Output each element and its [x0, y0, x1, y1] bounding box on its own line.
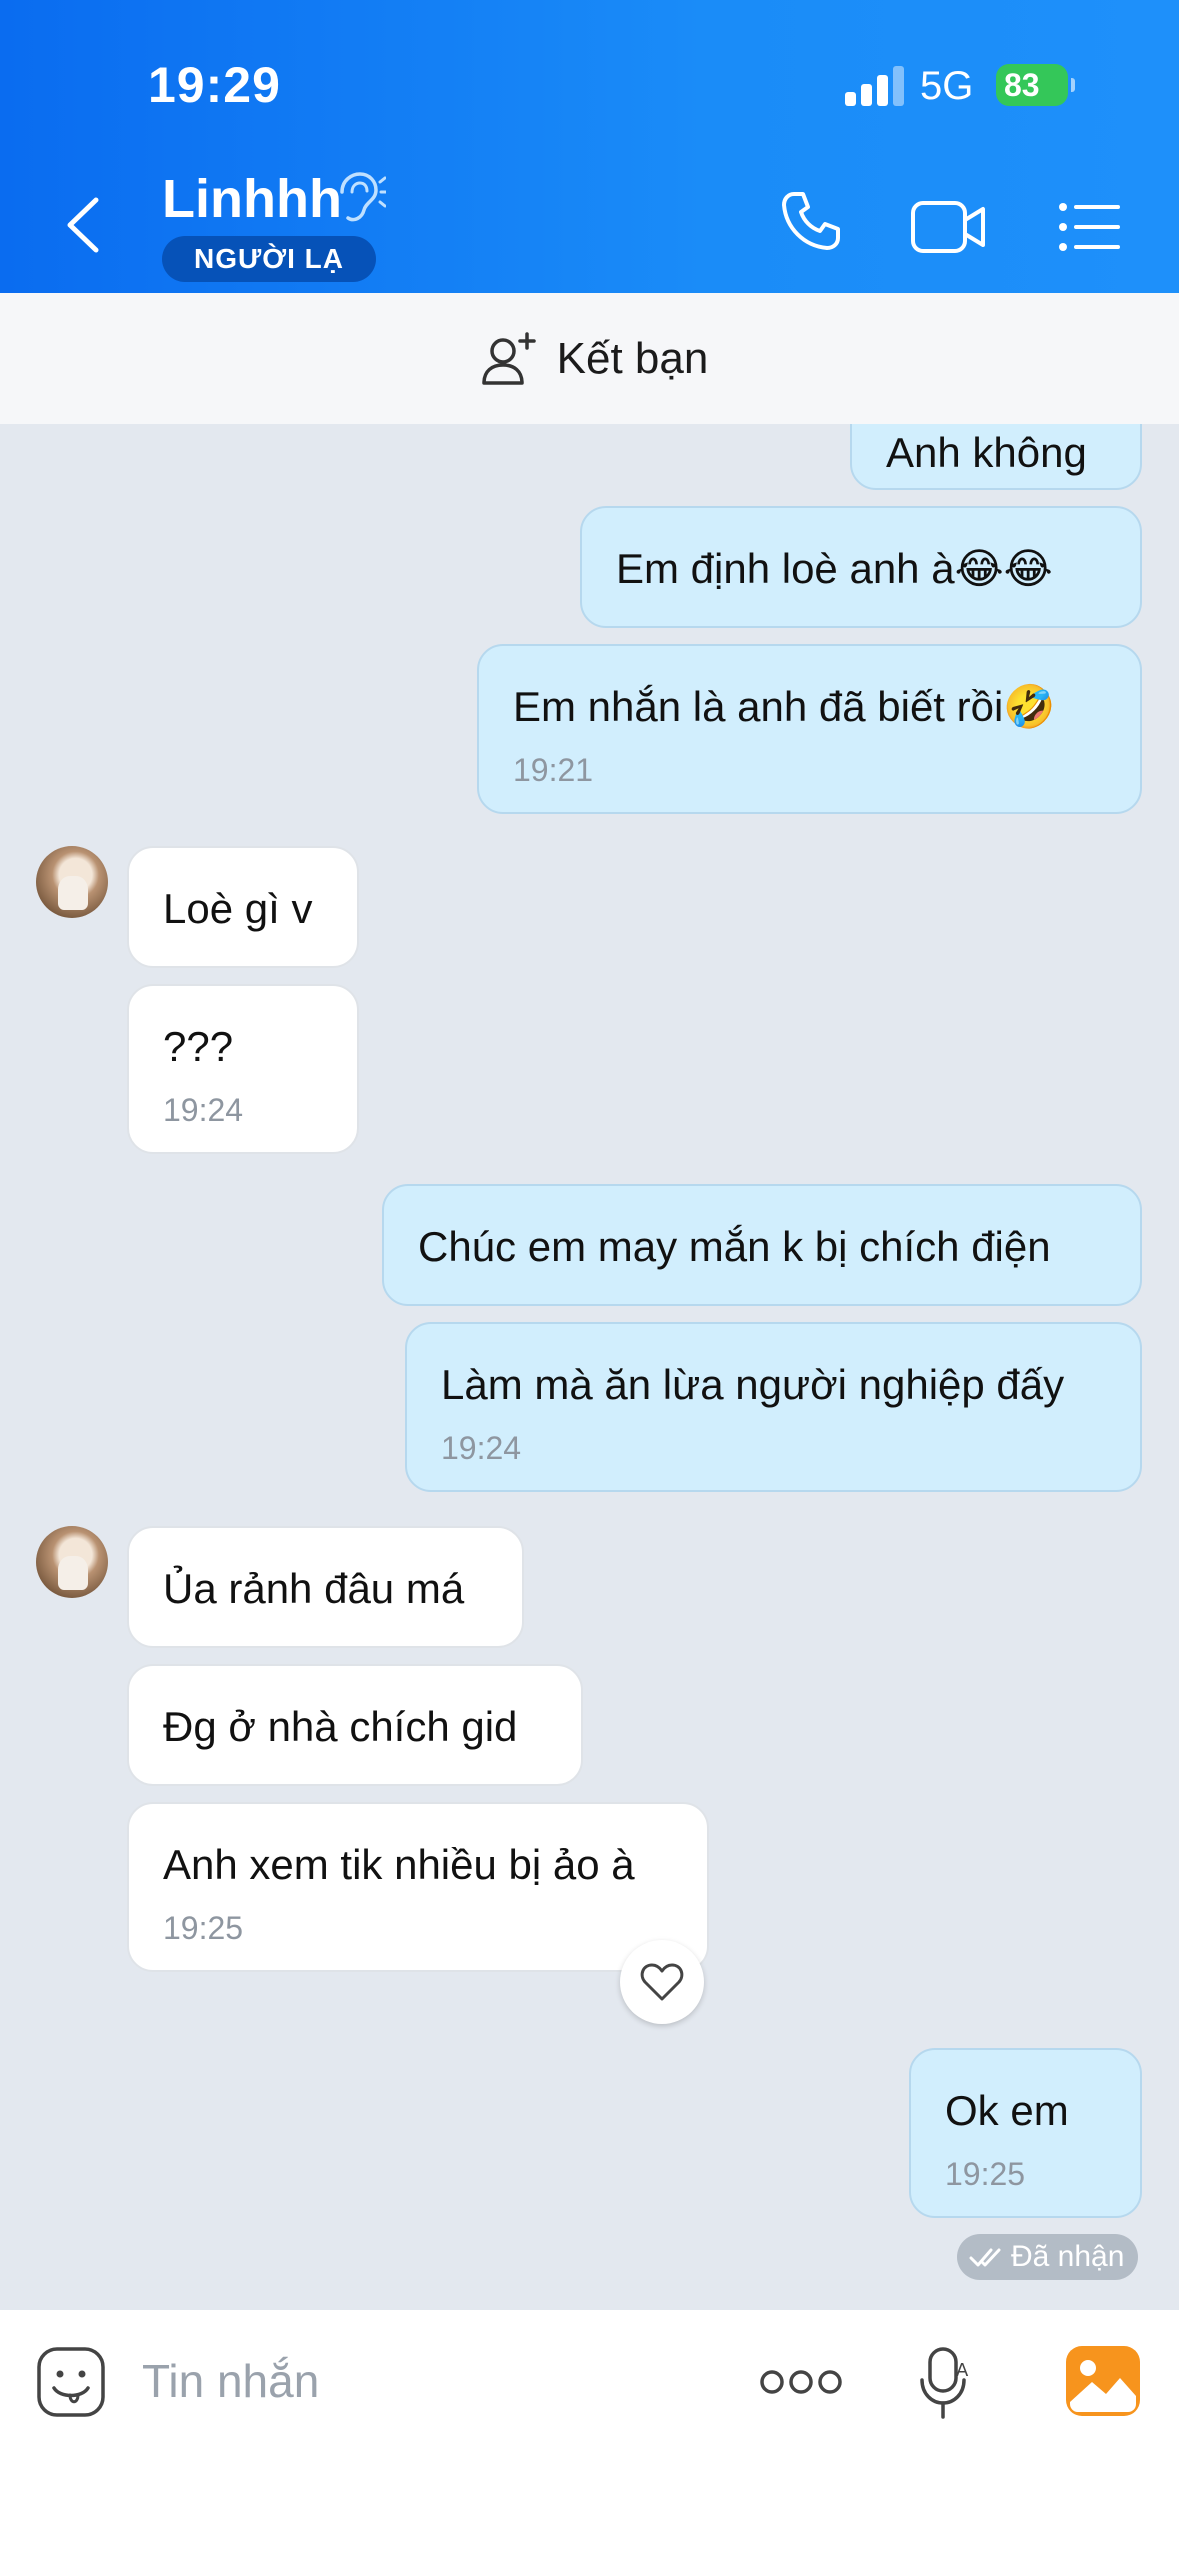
message-text: Em nhắn là anh đã biết rồi🤣 [513, 683, 1056, 730]
message-time: 19:25 [945, 2156, 1026, 2192]
react-heart-button[interactable] [620, 1940, 704, 2024]
message-bubble[interactable]: Đg ở nhà chích gid [127, 1664, 583, 1786]
message-bubble[interactable]: Chúc em may mắn k bị chích điện [382, 1184, 1142, 1306]
back-arrow-icon[interactable] [58, 192, 112, 258]
svg-text:A: A [956, 2360, 969, 2381]
message-time: 19:24 [163, 1092, 244, 1128]
delivery-status-badge: Đã nhận [957, 2234, 1139, 2280]
voice-to-text-mic-icon[interactable]: A [918, 2346, 974, 2420]
more-options-icon[interactable] [760, 2368, 842, 2396]
message-input[interactable]: Tin nhắn [142, 2354, 319, 2408]
message-bubble[interactable]: Anh xem tik nhiều bị ảo à 19:25 [127, 1802, 709, 1972]
add-friend-bar[interactable]: Kết bạn [0, 293, 1179, 424]
double-check-icon [969, 2248, 1001, 2267]
image-gallery-icon[interactable] [1066, 2346, 1140, 2416]
message-bubble[interactable]: Ok em 19:25 [909, 2048, 1142, 2218]
message-text: Đg ở nhà chích gid [163, 1703, 518, 1750]
message-bubble[interactable]: Ủa rảnh đâu má [127, 1526, 524, 1648]
message-text: Làm mà ăn lừa người nghiệp đấy [441, 1361, 1065, 1408]
signal-icon [845, 66, 905, 106]
message-text: Anh xem tik nhiều bị ảo à [163, 1841, 635, 1888]
message-text: Ok em [945, 2087, 1069, 2134]
message-bubble[interactable]: Anh không [850, 424, 1142, 490]
stranger-badge: NGƯỜI LẠ [162, 236, 376, 282]
add-user-icon [481, 331, 536, 385]
chat-header: 19:29 5G 83 Linhhh NGƯỜI LẠ [0, 0, 1179, 293]
message-bubble[interactable]: Làm mà ăn lừa người nghiệp đấy 19:24 [405, 1322, 1142, 1492]
status-time: 19:29 [148, 57, 281, 113]
ear-icon [340, 172, 386, 222]
message-text: Loè gì v [163, 885, 313, 932]
battery-indicator: 83 [996, 64, 1075, 106]
phone-call-icon[interactable] [780, 190, 842, 252]
message-bubble[interactable]: Em nhắn là anh đã biết rồi🤣 19:21 [477, 644, 1142, 814]
message-bubble[interactable]: Em định loè anh à😂😂 [580, 506, 1142, 628]
avatar[interactable] [36, 1526, 108, 1598]
add-friend-label: Kết bạn [556, 333, 709, 383]
video-call-icon[interactable] [910, 200, 986, 254]
message-list[interactable]: Anh không Em định loè anh à😂😂 Em nhắn là… [0, 424, 1179, 2310]
message-text: Anh không [886, 429, 1087, 476]
add-friend-button[interactable]: Kết bạn [481, 331, 709, 387]
composer-bar [0, 2310, 1179, 2556]
contact-name[interactable]: Linhhh [162, 168, 342, 230]
message-time: 19:24 [441, 1430, 522, 1466]
message-text: ??? [163, 1023, 234, 1070]
message-time: 19:21 [513, 752, 594, 788]
message-bubble[interactable]: Loè gì v [127, 846, 359, 968]
avatar[interactable] [36, 846, 108, 918]
menu-list-icon[interactable] [1058, 202, 1120, 252]
message-text: Ủa rảnh đâu má [163, 1565, 465, 1612]
heart-icon [640, 1963, 684, 2001]
message-text: Chúc em may mắn k bị chích điện [418, 1223, 1051, 1270]
delivery-status-text: Đã nhận [1011, 2240, 1125, 2273]
battery-level: 83 [1004, 67, 1040, 103]
sticker-emoji-icon[interactable] [36, 2346, 106, 2418]
message-text: Em định loè anh à😂😂 [616, 545, 1053, 592]
network-type: 5G [920, 64, 974, 108]
message-time: 19:25 [163, 1910, 244, 1946]
message-bubble[interactable]: ??? 19:24 [127, 984, 359, 1154]
